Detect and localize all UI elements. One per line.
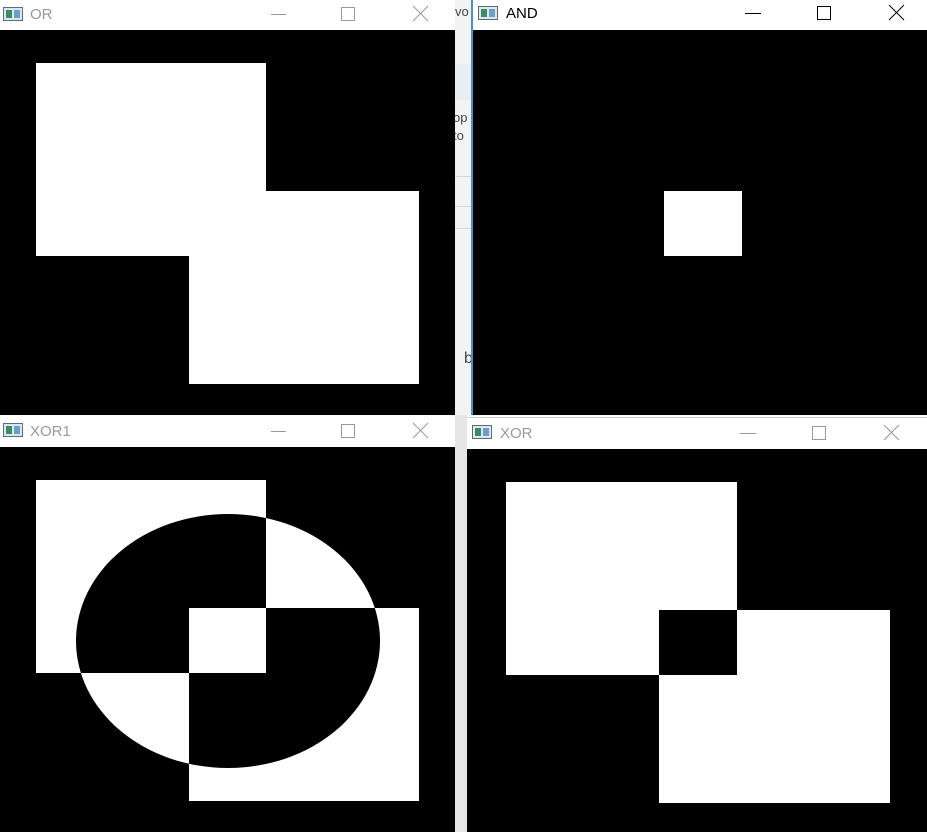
maximize-icon[interactable] (333, 2, 363, 26)
window-or-image (0, 30, 455, 415)
window-xor-image (467, 449, 927, 832)
window-and-title: AND (506, 5, 538, 22)
close-icon[interactable] (876, 421, 906, 445)
xor1-result-image (36, 480, 419, 801)
xor-overlap-removed (659, 610, 737, 675)
opencv-window-icon (3, 7, 23, 21)
window-xor-titlebar[interactable]: XOR (467, 417, 927, 450)
and-result-image (664, 191, 742, 256)
minimize-icon[interactable] (733, 421, 763, 445)
close-icon[interactable] (881, 1, 911, 25)
minimize-icon[interactable] (263, 418, 293, 442)
or-result-image (36, 63, 419, 384)
maximize-icon[interactable] (809, 1, 839, 25)
window-xor1-image (0, 447, 455, 832)
opencv-window-icon (3, 423, 23, 437)
window-or-titlebar[interactable]: OR (0, 0, 455, 30)
minimize-icon[interactable] (738, 1, 768, 25)
opencv-window-icon (478, 6, 498, 20)
maximize-icon[interactable] (804, 421, 834, 445)
xor-result-image (506, 482, 890, 803)
window-and-titlebar[interactable]: AND (473, 0, 927, 30)
maximize-icon[interactable] (333, 418, 363, 442)
window-xor1: XOR1 (0, 415, 455, 832)
close-icon[interactable] (405, 2, 435, 26)
window-xor: XOR (467, 417, 927, 832)
window-and-image (473, 30, 927, 415)
background-window-text: to (455, 128, 464, 143)
window-xor1-title: XOR1 (30, 423, 71, 440)
close-icon[interactable] (405, 418, 435, 442)
window-and: AND (473, 0, 927, 415)
window-gap (455, 415, 467, 832)
background-window-text: op (455, 110, 468, 125)
minimize-icon[interactable] (263, 2, 293, 26)
background-window: vo op to b (455, 0, 473, 415)
opencv-window-icon (472, 425, 492, 439)
or-square-b (189, 191, 419, 384)
and-overlap-square (664, 191, 742, 256)
xor1-center-square (189, 608, 266, 673)
background-window-text: vo (455, 4, 469, 19)
window-xor1-titlebar[interactable]: XOR1 (0, 415, 455, 447)
window-xor-title: XOR (500, 425, 533, 442)
window-or: OR (0, 0, 455, 415)
window-or-title: OR (30, 6, 53, 23)
